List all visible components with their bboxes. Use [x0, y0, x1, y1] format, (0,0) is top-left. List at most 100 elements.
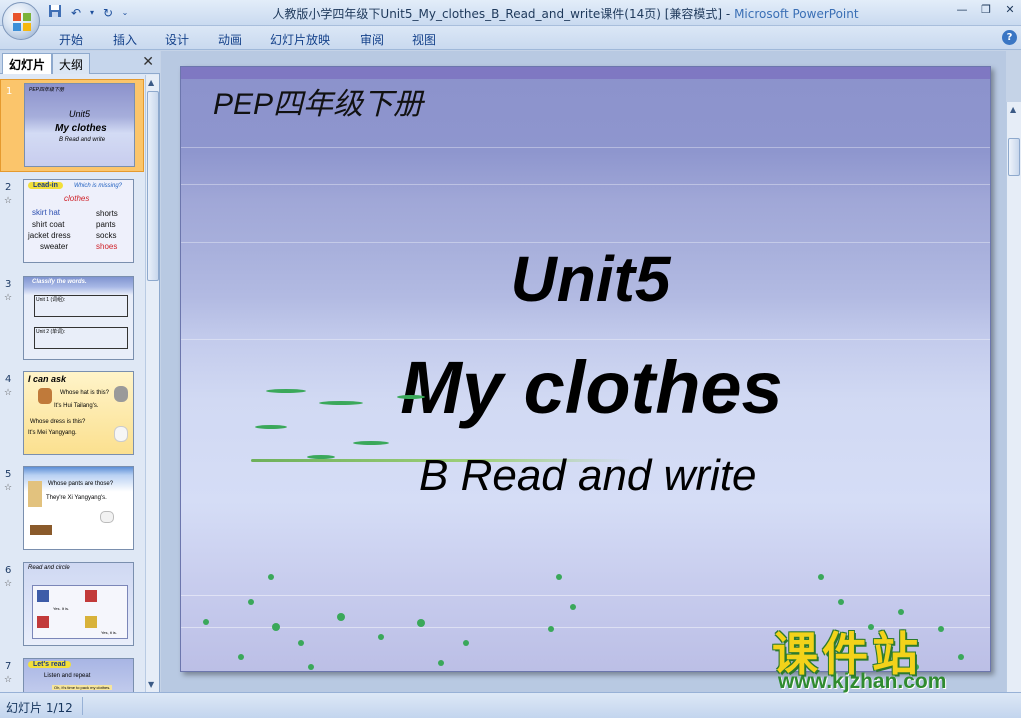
thumbnail-text: Let's read: [28, 661, 71, 668]
app-name: Microsoft PowerPoint: [734, 7, 859, 21]
thumbnail-text: Yes. It is.: [53, 606, 70, 611]
thumbnail-text: skirt hat: [32, 208, 61, 217]
minimize-icon[interactable]: —: [955, 3, 969, 17]
slide-header-text: PEP四年级下册: [213, 88, 424, 121]
customize-icon[interactable]: ⌄: [120, 4, 130, 22]
redo-icon[interactable]: ↻: [99, 4, 117, 22]
thumbnail-text: socks: [96, 231, 117, 240]
slides-pane: 幻灯片 大纲 ✕ 1 PEP四年级下册 Unit5 My clothes B R…: [0, 51, 160, 692]
scroll-down-icon[interactable]: ▼: [148, 680, 154, 689]
site-watermark: 课件站 www.kjzhan.com: [770, 618, 1010, 698]
thumbnail-text: sweater: [40, 242, 69, 251]
pane-tabs: 幻灯片 大纲 ✕: [0, 51, 160, 74]
window-controls: — ❐ ✕: [955, 3, 1017, 17]
maximize-icon[interactable]: ❐: [979, 3, 993, 17]
current-slide[interactable]: PEP四年级下册 Unit5 My clothes B Read and wri…: [180, 66, 991, 672]
thumbnail-text: pants: [96, 220, 116, 229]
quiz-grid: Yes. It is. Yes, it is.: [32, 585, 128, 639]
thumbnail-preview: Let's read Listen and repeat Oh, it's ti…: [23, 658, 134, 692]
slide-thumbnail-1[interactable]: 1 PEP四年级下册 Unit5 My clothes B Read and w…: [0, 79, 144, 172]
slide-band-line: [181, 147, 990, 148]
tab-slideshow[interactable]: 幻灯片放映: [270, 31, 330, 48]
thumbnail-text: B Read and write: [59, 137, 106, 143]
thumbnail-number: 3: [5, 279, 12, 290]
scrollbar-thumb[interactable]: [147, 91, 159, 281]
slide-thumbnail-6[interactable]: 6 ☆ Read and circle Yes. It is. Yes, it …: [0, 559, 144, 652]
office-button[interactable]: [2, 2, 40, 40]
thumbnail-text: Which is missing?: [74, 183, 123, 189]
animation-star-icon: ☆: [4, 483, 13, 493]
animation-star-icon: ☆: [4, 196, 13, 206]
thumbnail-scrollbar[interactable]: ▲ ▼: [145, 75, 159, 692]
close-icon[interactable]: ✕: [1003, 3, 1017, 17]
quick-access-toolbar: ↶ ▾ ↻ ⌄: [46, 3, 130, 23]
scrollbar-thumb[interactable]: [1008, 138, 1020, 176]
pane-close-icon[interactable]: ✕: [142, 54, 154, 70]
thumbnail-text: Unit 1 (词组):: [36, 297, 66, 303]
tab-design[interactable]: 设计: [165, 31, 189, 48]
document-title: 人教版小学四年级下Unit5_My_clothes_B_Read_and_wri…: [272, 7, 735, 21]
tab-animations[interactable]: 动画: [218, 31, 242, 48]
thumbnail-text: Lead-in: [28, 182, 63, 189]
thumbnail-text: Read and circle: [28, 565, 70, 571]
office-logo-icon: [13, 13, 31, 31]
clothing-icon: [85, 616, 97, 628]
scroll-up-icon[interactable]: ▲: [148, 78, 154, 87]
pants-icon: [28, 481, 42, 507]
slide-thumbnail-4[interactable]: 4 ☆ I can ask Whose hat is this? It's Hu…: [0, 368, 144, 461]
thumbnail-text: Classify the words.: [32, 279, 87, 285]
ribbon-tabs: 开始 插入 设计 动画 幻灯片放映 审阅 视图 ?: [0, 26, 1021, 50]
thumbnail-text: My clothes: [55, 123, 107, 134]
thumbnail-preview: Whose pants are those? They're Xi Yangya…: [23, 466, 134, 550]
tab-slides[interactable]: 幻灯片: [2, 53, 53, 74]
thumbnail-text: shorts: [96, 209, 118, 218]
tab-view[interactable]: 视图: [412, 31, 436, 48]
tab-outline[interactable]: 大纲: [52, 53, 91, 74]
classify-box: Unit 2 (单词):: [34, 327, 128, 349]
thumbnail-text: shoes: [96, 242, 118, 251]
slide-thumbnail-7[interactable]: 7 ☆ Let's read Listen and repeat Oh, it'…: [0, 655, 144, 692]
thumbnail-list: 1 PEP四年级下册 Unit5 My clothes B Read and w…: [0, 75, 144, 692]
thumbnail-number: 4: [5, 374, 12, 385]
thumbnail-text: PEP四年级下册: [29, 87, 65, 93]
character-icon: [38, 388, 52, 404]
clothing-icon: [37, 590, 49, 602]
slide-thumbnail-5[interactable]: 5 ☆ Whose pants are those? They're Xi Ya…: [0, 463, 144, 556]
thumbnail-text: They're Xi Yangyang's.: [46, 495, 107, 501]
animation-star-icon: ☆: [4, 675, 13, 685]
clothing-icon: [37, 616, 49, 628]
classify-box: Unit 1 (词组):: [34, 295, 128, 317]
undo-icon[interactable]: ↶: [67, 4, 85, 22]
tab-insert[interactable]: 插入: [113, 31, 137, 48]
thumbnail-preview: Lead-in Which is missing? clothes skirt …: [23, 179, 134, 263]
animation-star-icon: ☆: [4, 388, 13, 398]
animation-star-icon: ☆: [4, 293, 13, 303]
thumbnail-number: 2: [5, 182, 12, 193]
slide-band-line: [181, 339, 990, 340]
powerpoint-window: ↶ ▾ ↻ ⌄ 人教版小学四年级下Unit5_My_clothes_B_Read…: [0, 0, 1021, 718]
thumbnail-text: shirt coat: [32, 220, 65, 229]
watermark-url: www.kjzhan.com: [778, 670, 947, 693]
slide-editing-area: PEP四年级下册 Unit5 My clothes B Read and wri…: [161, 51, 1021, 718]
slide-thumbnail-2[interactable]: 2 ☆ Lead-in Which is missing? clothes sk…: [0, 176, 144, 269]
thumbnail-text: Whose pants are those?: [48, 481, 114, 487]
thumbnail-text: I can ask: [28, 374, 67, 384]
slide-thumbnail-3[interactable]: 3 ☆ Classify the words. Unit 1 (词组): Uni…: [0, 273, 144, 366]
tab-review[interactable]: 审阅: [360, 31, 384, 48]
thumbnail-text: Whose dress is this?: [30, 419, 86, 425]
save-icon[interactable]: [46, 4, 64, 22]
thumbnail-text: Unit 2 (单词):: [36, 329, 66, 335]
tab-home[interactable]: 开始: [59, 31, 83, 48]
thumbnail-number: 5: [5, 469, 12, 480]
slide-counter: 幻灯片 1/12: [6, 701, 73, 715]
window-title: 人教版小学四年级下Unit5_My_clothes_B_Read_and_wri…: [200, 5, 931, 22]
thumbnail-text: Oh, it's time to pack my clothes.: [52, 685, 113, 690]
thumbnail-preview: I can ask Whose hat is this? It's Hui Ta…: [23, 371, 134, 455]
help-icon[interactable]: ?: [1002, 30, 1017, 45]
thumbnail-preview: Classify the words. Unit 1 (词组): Unit 2 …: [23, 276, 134, 360]
dropdown-icon[interactable]: ▾: [88, 4, 96, 22]
scroll-up-icon[interactable]: ▲: [1010, 105, 1016, 114]
status-divider: [82, 697, 83, 715]
character-icon: [114, 426, 128, 442]
thumbnail-text: jacket dress: [28, 231, 71, 240]
